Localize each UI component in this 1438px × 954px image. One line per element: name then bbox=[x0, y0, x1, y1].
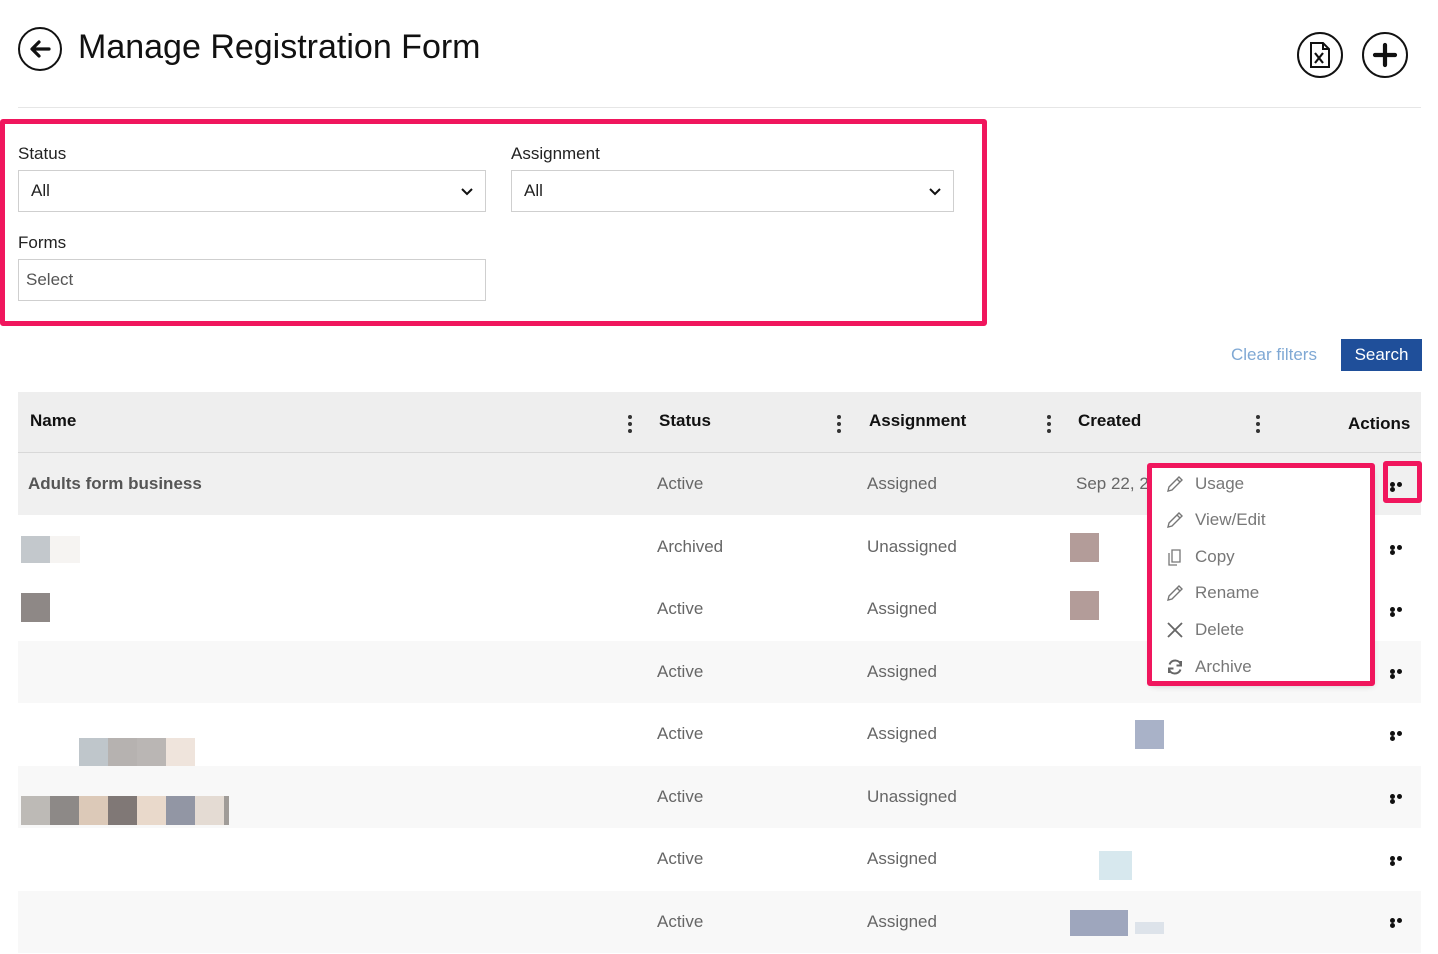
redacted-name bbox=[79, 796, 108, 825]
clear-filters-link[interactable]: Clear filters bbox=[1231, 345, 1317, 365]
table-row[interactable]: Active Assigned bbox=[18, 703, 1421, 766]
export-excel-button[interactable] bbox=[1297, 32, 1343, 78]
assignment-filter-label: Assignment bbox=[511, 144, 600, 163]
row-assignment: Assigned bbox=[867, 912, 937, 931]
actions-menu-highlight bbox=[1147, 463, 1375, 686]
table-header: Name Status Assignment Created Actions bbox=[18, 392, 1421, 453]
redacted-name bbox=[50, 536, 80, 563]
status-select[interactable]: All bbox=[18, 170, 486, 212]
row-assignment: Assigned bbox=[867, 724, 937, 743]
page-title: Manage Registration Form bbox=[78, 28, 481, 66]
row-actions-button[interactable] bbox=[1390, 856, 1410, 866]
row-status: Active bbox=[657, 912, 704, 931]
chevron-down-icon bbox=[461, 188, 473, 196]
forms-filter-label: Forms bbox=[18, 233, 67, 252]
row-actions-button[interactable] bbox=[1390, 607, 1410, 617]
row-status: Active bbox=[657, 787, 704, 806]
status-select-value: All bbox=[31, 181, 50, 200]
row-assignment: Assigned bbox=[867, 599, 937, 618]
forms-input-placeholder: Select bbox=[26, 270, 74, 289]
row-assignment: Assigned bbox=[867, 662, 937, 681]
column-menu-assignment[interactable] bbox=[1047, 415, 1051, 436]
table-row[interactable]: Active Assigned bbox=[18, 891, 1421, 953]
redacted-name bbox=[195, 796, 224, 825]
redacted-created bbox=[1135, 720, 1164, 749]
row-status: Active bbox=[657, 599, 704, 618]
assignment-select[interactable]: All bbox=[511, 170, 954, 212]
redacted-name bbox=[137, 796, 166, 825]
row-assignment: Assigned bbox=[867, 849, 937, 868]
assignment-select-value: All bbox=[524, 181, 543, 200]
redacted-name bbox=[21, 536, 50, 563]
arrow-left-icon bbox=[30, 40, 51, 58]
column-header-actions: Actions bbox=[1348, 414, 1411, 433]
column-menu-name[interactable] bbox=[628, 415, 632, 436]
redacted-created bbox=[1070, 533, 1099, 562]
row-actions-button[interactable] bbox=[1390, 731, 1410, 741]
row-assignment: Unassigned bbox=[867, 787, 957, 806]
redacted-name bbox=[108, 738, 137, 766]
redacted-created bbox=[1070, 910, 1128, 936]
redacted-name bbox=[166, 738, 195, 766]
chevron-down-icon bbox=[929, 188, 941, 196]
table-row[interactable]: Active Assigned bbox=[18, 828, 1421, 890]
redacted-created bbox=[1135, 922, 1164, 934]
row-status: Archived bbox=[657, 537, 724, 556]
redacted-name bbox=[108, 796, 137, 825]
table-row[interactable]: Active Unassigned bbox=[18, 766, 1421, 828]
column-header-name[interactable]: Name bbox=[30, 411, 76, 431]
column-menu-created[interactable] bbox=[1256, 415, 1260, 436]
excel-file-icon bbox=[1310, 42, 1330, 68]
redacted-created bbox=[1099, 851, 1132, 880]
forms-input[interactable]: Select bbox=[18, 259, 486, 301]
column-header-status[interactable]: Status bbox=[659, 411, 711, 431]
search-button[interactable]: Search bbox=[1341, 339, 1422, 371]
row-actions-button[interactable] bbox=[1390, 669, 1410, 679]
row-status: Active bbox=[657, 724, 704, 743]
redacted-name bbox=[137, 738, 166, 766]
row-actions-button[interactable] bbox=[1390, 794, 1410, 804]
plus-icon bbox=[1372, 42, 1398, 68]
redacted-created bbox=[1070, 591, 1099, 620]
column-header-assignment[interactable]: Assignment bbox=[869, 411, 966, 431]
column-header-created[interactable]: Created bbox=[1078, 411, 1141, 431]
redacted-name bbox=[79, 738, 108, 766]
row-status: Active bbox=[657, 849, 704, 868]
status-filter-label: Status bbox=[18, 144, 67, 163]
row-status: Active bbox=[657, 662, 704, 681]
back-button[interactable] bbox=[18, 27, 62, 71]
redacted-name bbox=[50, 796, 79, 825]
row-assignment: Unassigned bbox=[867, 537, 957, 556]
add-form-button[interactable] bbox=[1362, 32, 1408, 78]
row-assignment: Assigned bbox=[867, 474, 937, 493]
redacted-name bbox=[21, 593, 50, 622]
header-divider bbox=[18, 107, 1421, 108]
row-actions-button[interactable] bbox=[1390, 545, 1410, 555]
redacted-name bbox=[166, 796, 195, 825]
row-name[interactable]: Adults form business bbox=[28, 474, 202, 494]
row-actions-button[interactable] bbox=[1390, 918, 1410, 928]
redacted-name bbox=[224, 796, 229, 825]
row-status: Active bbox=[657, 474, 704, 493]
row-actions-button-open[interactable] bbox=[1390, 482, 1410, 492]
redacted-name bbox=[21, 796, 50, 825]
column-menu-status[interactable] bbox=[837, 415, 841, 436]
row-created: Sep 22, 2 bbox=[1076, 474, 1149, 493]
